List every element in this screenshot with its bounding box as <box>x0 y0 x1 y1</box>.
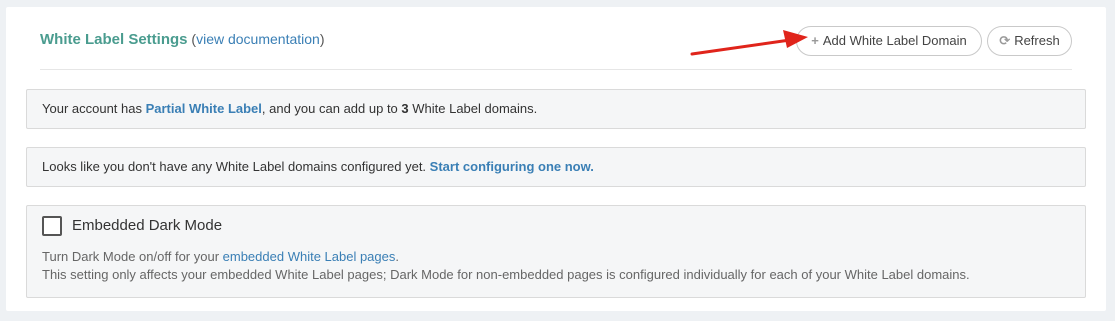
empty-state-box: Looks like you don't have any White Labe… <box>26 147 1086 187</box>
refresh-button-label: Refresh <box>1014 33 1060 48</box>
line1-prefix: Turn Dark Mode on/off for your <box>42 249 223 264</box>
empty-state-text: Looks like you don't have any White Labe… <box>42 159 430 174</box>
dark-mode-description: Turn Dark Mode on/off for your embedded … <box>42 248 970 284</box>
title-line: White Label Settings (view documentation… <box>40 31 325 48</box>
white-label-settings-panel: White Label Settings (view documentation… <box>6 7 1106 311</box>
refresh-button[interactable]: ⟳ Refresh <box>987 26 1072 56</box>
embedded-white-label-pages-link[interactable]: embedded White Label pages <box>223 249 396 264</box>
embedded-dark-mode-label[interactable]: Embedded Dark Mode <box>72 217 222 234</box>
dark-mode-box: Embedded Dark Mode Turn Dark Mode on/off… <box>26 205 1086 298</box>
paren-close: ) <box>319 31 325 47</box>
panel-header: White Label Settings (view documentation… <box>40 7 1072 70</box>
embedded-dark-mode-checkbox[interactable] <box>42 216 62 236</box>
add-button-label: Add White Label Domain <box>822 33 967 48</box>
account-info-prefix: Your account has <box>42 101 146 116</box>
view-documentation-link[interactable]: view documentation <box>196 31 320 47</box>
domain-limit-count: 3 <box>401 101 409 116</box>
dark-mode-description-line2: This setting only affects your embedded … <box>42 267 970 282</box>
partial-white-label-link[interactable]: Partial White Label <box>146 101 262 116</box>
account-info-box: Your account has Partial White Label, an… <box>26 89 1086 129</box>
page-title: White Label Settings <box>40 31 188 48</box>
refresh-icon: ⟳ <box>999 33 1011 48</box>
add-white-label-domain-button[interactable]: + Add White Label Domain <box>796 26 982 56</box>
account-info-suffix: White Label domains. <box>408 101 538 116</box>
dark-mode-description-line1: Turn Dark Mode on/off for your embedded … <box>42 248 970 266</box>
start-configuring-link[interactable]: Start configuring one now. <box>430 159 594 174</box>
plus-icon: + <box>811 33 819 48</box>
line1-suffix: . <box>395 249 399 264</box>
account-info-middle: , and you can add up to <box>261 101 402 116</box>
